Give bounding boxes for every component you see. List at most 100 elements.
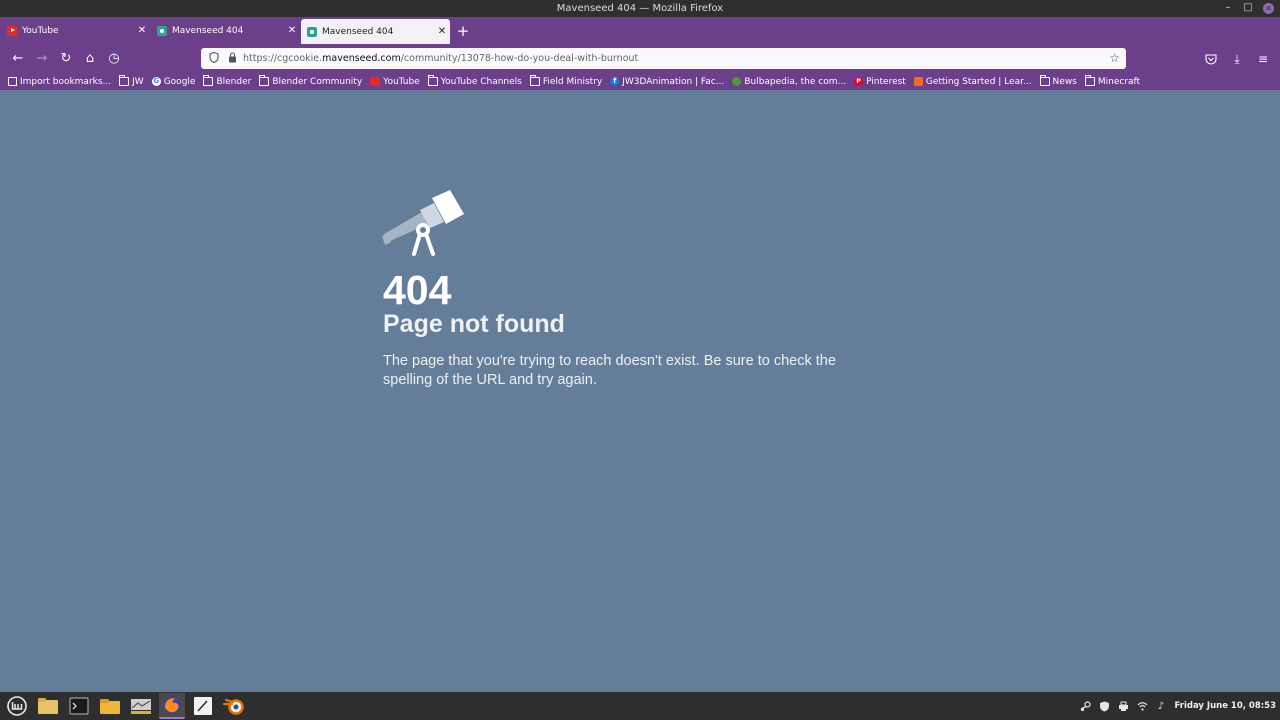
system-tray: ♪ Friday June 10, 08:53 bbox=[1080, 692, 1277, 720]
menu-button[interactable]: ≡ bbox=[1252, 48, 1274, 70]
files-icon bbox=[38, 698, 58, 714]
bookmark-label: News bbox=[1052, 76, 1077, 87]
bookmark-label: JW3DAnimation | Fac... bbox=[622, 76, 725, 87]
tab-youtube[interactable]: YouTube ✕ bbox=[1, 17, 150, 44]
folder-icon bbox=[259, 75, 270, 86]
url-host: mavenseed.com bbox=[322, 53, 401, 64]
tab-label: Mavenseed 404 bbox=[322, 26, 394, 37]
import-icon bbox=[8, 77, 17, 86]
folder-app-button[interactable] bbox=[97, 693, 123, 719]
google-icon: G bbox=[151, 77, 161, 86]
page-title: Page not found bbox=[383, 310, 565, 338]
screenshot-app-button[interactable] bbox=[128, 693, 154, 719]
new-tab-button[interactable]: + bbox=[451, 17, 475, 44]
blender-icon bbox=[223, 698, 244, 715]
bulbapedia-icon bbox=[732, 77, 742, 86]
taskbar: ♪ Friday June 10, 08:53 bbox=[0, 692, 1280, 720]
forward-button[interactable]: → bbox=[30, 48, 54, 70]
folder-icon bbox=[1039, 75, 1050, 86]
bookmark-label: Bulbapedia, the com... bbox=[744, 76, 847, 87]
folder-icon bbox=[1084, 75, 1095, 86]
bookmark-google[interactable]: G Google bbox=[151, 76, 196, 87]
bookmark-folder-blender-community[interactable]: Blender Community bbox=[259, 75, 363, 87]
youtube-icon bbox=[7, 25, 17, 36]
bookmark-jw3danimation[interactable]: f JW3DAnimation | Fac... bbox=[610, 77, 724, 87]
bookmark-label: Field Ministry bbox=[542, 76, 603, 87]
folder-icon bbox=[203, 75, 214, 86]
editor-app-button[interactable] bbox=[190, 693, 216, 719]
telescope-icon bbox=[382, 190, 464, 256]
wifi-icon[interactable] bbox=[1137, 701, 1148, 712]
files-app-button[interactable] bbox=[35, 693, 61, 719]
folder-icon bbox=[529, 75, 540, 86]
pocket-button[interactable] bbox=[1200, 48, 1222, 70]
terminal-app-button[interactable] bbox=[66, 693, 92, 719]
youtube-icon bbox=[370, 77, 381, 86]
terminal-icon bbox=[69, 697, 89, 715]
bookmark-folder-jw[interactable]: JW bbox=[119, 75, 144, 87]
mavenseed-icon bbox=[307, 26, 317, 37]
downloads-button[interactable]: ⤓ bbox=[1226, 48, 1248, 70]
bookmark-label: Blender Community bbox=[272, 76, 363, 87]
bookmark-star-icon[interactable]: ☆ bbox=[1109, 51, 1120, 65]
window-controls: – □ ✕ bbox=[1223, 2, 1274, 14]
window-title: Mavenseed 404 — Mozilla Firefox bbox=[556, 3, 724, 14]
pinterest-icon: P bbox=[854, 77, 864, 86]
bookmark-label: Google bbox=[163, 76, 196, 87]
url-bar[interactable]: https://cgcookie.mavenseed.com/community… bbox=[201, 48, 1126, 69]
start-menu-button[interactable] bbox=[4, 693, 30, 719]
toolbar-right: ⤓ ≡ bbox=[1200, 48, 1274, 70]
bookmark-pinterest[interactable]: P Pinterest bbox=[854, 77, 906, 87]
bookmark-folder-field-ministry[interactable]: Field Ministry bbox=[529, 75, 603, 87]
folder-icon bbox=[100, 699, 120, 714]
steam-icon[interactable] bbox=[1080, 700, 1091, 712]
blender-app-button[interactable] bbox=[221, 693, 247, 719]
tab-close-button[interactable]: ✕ bbox=[434, 26, 450, 37]
navigation-bar: ← → ↻ ⌂ ◷ https://cgcookie.mavenseed.com… bbox=[0, 44, 1280, 73]
bookmark-folder-news[interactable]: News bbox=[1039, 75, 1077, 87]
reload-button[interactable]: ↻ bbox=[54, 48, 78, 70]
history-button[interactable]: ◷ bbox=[102, 48, 126, 70]
bookmark-folder-youtube-channels[interactable]: YouTube Channels bbox=[427, 75, 522, 87]
tab-strip: YouTube ✕ Mavenseed 404 ✕ Mavenseed 404 … bbox=[0, 17, 1280, 44]
bookmark-getting-started[interactable]: Getting Started | Lear... bbox=[913, 77, 1032, 87]
url-text: https://cgcookie.mavenseed.com/community… bbox=[243, 53, 638, 64]
clock[interactable]: Friday June 10, 08:53 bbox=[1175, 701, 1277, 711]
firefox-app-button[interactable] bbox=[159, 693, 185, 719]
tab-label: YouTube bbox=[22, 25, 59, 36]
bookmark-youtube[interactable]: YouTube bbox=[370, 77, 420, 87]
tab-close-button[interactable]: ✕ bbox=[284, 25, 300, 36]
tracking-shield-icon[interactable] bbox=[207, 51, 221, 66]
bookmark-label: Pinterest bbox=[866, 76, 906, 87]
screenshot-icon bbox=[131, 699, 151, 714]
bookmark-folder-blender[interactable]: Blender bbox=[203, 75, 252, 87]
folder-icon bbox=[119, 75, 130, 86]
firefox-icon bbox=[163, 696, 181, 714]
bookmark-bulbapedia[interactable]: Bulbapedia, the com... bbox=[732, 77, 846, 87]
maximize-button[interactable]: □ bbox=[1243, 2, 1253, 14]
mavenseed-icon bbox=[157, 25, 167, 36]
home-button[interactable]: ⌂ bbox=[78, 48, 102, 70]
error-code: 404 bbox=[383, 267, 452, 313]
bookmark-label: Minecraft bbox=[1097, 76, 1141, 87]
bookmark-label: Blender bbox=[216, 76, 252, 87]
back-button[interactable]: ← bbox=[6, 48, 30, 70]
music-note-icon[interactable]: ♪ bbox=[1156, 701, 1167, 712]
bookmark-folder-minecraft[interactable]: Minecraft bbox=[1084, 75, 1141, 87]
menu-icon bbox=[7, 696, 27, 716]
page-content: 404 Page not found The page that you're … bbox=[0, 90, 1280, 692]
lock-icon[interactable] bbox=[225, 51, 239, 66]
tab-mavenseed-404-active[interactable]: Mavenseed 404 ✕ bbox=[301, 19, 450, 44]
bookmark-label: YouTube Channels bbox=[440, 76, 522, 87]
bookmark-import[interactable]: Import bookmarks... bbox=[8, 77, 111, 87]
error-message: The page that you're trying to reach doe… bbox=[383, 353, 836, 388]
minimize-button[interactable]: – bbox=[1223, 2, 1233, 14]
window-titlebar: Mavenseed 404 — Mozilla Firefox – □ ✕ bbox=[0, 0, 1280, 17]
printer-icon[interactable] bbox=[1118, 701, 1129, 712]
close-window-button[interactable]: ✕ bbox=[1263, 2, 1274, 14]
tab-mavenseed-404[interactable]: Mavenseed 404 ✕ bbox=[151, 17, 300, 44]
shield-tray-icon[interactable] bbox=[1099, 701, 1110, 712]
bookmarks-bar: Import bookmarks... JW G Google Blender B… bbox=[0, 73, 1280, 90]
getting-started-icon bbox=[913, 77, 923, 86]
tab-close-button[interactable]: ✕ bbox=[134, 25, 150, 36]
